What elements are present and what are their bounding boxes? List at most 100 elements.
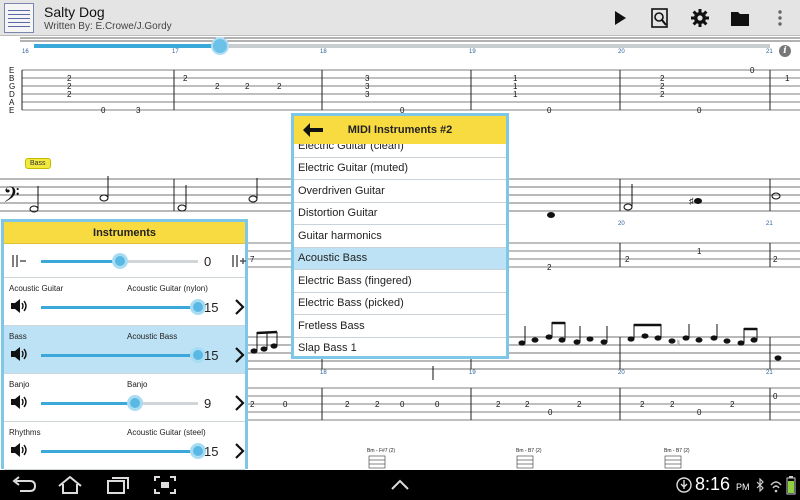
volume-slider[interactable] xyxy=(41,347,206,363)
instruments-panel: Instruments 0 Acoustic Guitar Acoustic Gu… xyxy=(1,219,248,470)
svg-text:2: 2 xyxy=(245,82,250,91)
chevron-up-icon[interactable] xyxy=(386,475,414,495)
midi-instrument-list[interactable]: Electric Guitar (clean) Electric Guitar (… xyxy=(294,144,506,356)
usb-status-icon xyxy=(676,477,692,493)
svg-text:7: 7 xyxy=(250,255,255,264)
svg-text:0: 0 xyxy=(750,66,755,75)
svg-text:0: 0 xyxy=(400,400,405,409)
chord-label: Bm - B7 (2) xyxy=(664,448,690,454)
svg-text:1: 1 xyxy=(513,90,518,99)
chevron-right-icon[interactable] xyxy=(232,394,246,412)
overflow-menu-button[interactable] xyxy=(767,6,793,30)
midi-instrument-item[interactable]: Guitar harmonics xyxy=(294,225,506,248)
midi-instrument-item[interactable]: Acoustic Bass xyxy=(294,247,506,270)
tempo-increase-icon[interactable] xyxy=(230,253,248,269)
midi-instrument-item[interactable]: Electric Bass (picked) xyxy=(294,293,506,315)
back-arrow-icon[interactable] xyxy=(302,122,324,138)
svg-text:2: 2 xyxy=(660,90,665,99)
master-slider-thumb[interactable] xyxy=(112,253,128,269)
midi-instrument-item[interactable]: Overdriven Guitar xyxy=(294,180,506,203)
svg-text:2: 2 xyxy=(773,255,778,264)
midi-panel-header: MIDI Instruments #2 xyxy=(294,116,506,144)
midi-instrument-item[interactable]: Distortion Guitar xyxy=(294,203,506,225)
instrument-row[interactable]: Bass Acoustic Bass 15 xyxy=(4,326,245,374)
speaker-icon[interactable] xyxy=(9,346,29,362)
bar-number: 20 xyxy=(618,370,625,376)
volume-slider[interactable] xyxy=(41,299,206,315)
folder-icon xyxy=(731,12,749,26)
bar-number: 18 xyxy=(320,49,327,55)
volume-slider-thumb[interactable] xyxy=(127,395,143,411)
play-button[interactable] xyxy=(607,6,633,30)
speaker-icon[interactable] xyxy=(9,442,29,458)
svg-text:𝄢: 𝄢 xyxy=(3,183,20,213)
instrument-row[interactable]: Acoustic Guitar Acoustic Guitar (nylon) 15 xyxy=(4,278,245,326)
instrument-program[interactable]: Acoustic Guitar (nylon) xyxy=(127,284,208,293)
midi-instrument-item[interactable]: Fretless Bass xyxy=(294,315,506,338)
open-file-button[interactable] xyxy=(727,6,753,30)
volume-slider-fill xyxy=(41,354,198,357)
midi-instrument-item[interactable]: Electric Bass (fingered) xyxy=(294,270,506,293)
bar-number: 21 xyxy=(766,370,773,376)
speaker-icon[interactable] xyxy=(9,394,29,410)
instrument-program[interactable]: Acoustic Guitar (steel) xyxy=(127,428,206,437)
screenshot-icon[interactable] xyxy=(151,475,179,495)
settings-button[interactable] xyxy=(687,6,713,30)
bar-number: 21 xyxy=(766,49,773,55)
volume-slider[interactable] xyxy=(41,395,198,411)
svg-text:2: 2 xyxy=(670,400,675,409)
recent-apps-icon[interactable] xyxy=(104,475,132,495)
svg-text:2: 2 xyxy=(730,400,735,409)
midi-instruments-panel: MIDI Instruments #2 Electric Guitar (cle… xyxy=(291,113,509,359)
volume-slider[interactable] xyxy=(41,443,206,459)
instrument-track-name: Acoustic Guitar xyxy=(9,284,64,293)
bluetooth-icon xyxy=(756,478,764,492)
svg-text:2: 2 xyxy=(496,400,501,409)
status-clock: 8:16 xyxy=(695,474,731,494)
svg-text:♯: ♯ xyxy=(689,196,694,206)
svg-text:0: 0 xyxy=(697,408,702,417)
master-slider[interactable] xyxy=(41,253,198,269)
chevron-right-icon[interactable] xyxy=(232,298,246,316)
svg-text:0: 0 xyxy=(547,106,552,115)
instrument-row[interactable]: Rhythms Acoustic Guitar (steel) 15 xyxy=(4,422,245,470)
midi-instrument-item[interactable]: Electric Guitar (clean) xyxy=(294,144,506,158)
volume-value: 15 xyxy=(204,300,219,315)
bar-number: 17 xyxy=(172,49,179,55)
battery-icon xyxy=(786,476,796,495)
svg-text:1: 1 xyxy=(697,247,702,256)
volume-slider-fill xyxy=(41,450,198,453)
speaker-icon[interactable] xyxy=(9,298,29,314)
svg-text:2: 2 xyxy=(250,400,255,409)
svg-text:2: 2 xyxy=(547,263,552,272)
home-nav-icon[interactable] xyxy=(56,475,84,495)
bar-number: 20 xyxy=(618,49,625,55)
midi-panel-title: MIDI Instruments #2 xyxy=(347,124,453,136)
back-nav-icon[interactable] xyxy=(10,475,38,495)
bar-number: 20 xyxy=(618,221,625,227)
zoom-button[interactable] xyxy=(647,6,673,30)
svg-text:3: 3 xyxy=(365,90,370,99)
wifi-icon xyxy=(770,481,782,493)
song-credits: Written By: E.Crowe/J.Gordy xyxy=(44,21,172,32)
info-icon[interactable]: i xyxy=(779,45,791,57)
instrument-program[interactable]: Banjo xyxy=(127,380,147,389)
instruments-panel-title: Instruments xyxy=(4,222,245,244)
status-ampm: PM xyxy=(736,482,750,492)
chevron-right-icon[interactable] xyxy=(232,442,246,460)
instrument-program[interactable]: Acoustic Bass xyxy=(127,332,177,341)
svg-text:0: 0 xyxy=(548,408,553,417)
bar-number: 16 xyxy=(22,49,29,55)
chord-label: Bm - F#7 (2) xyxy=(367,448,396,454)
master-slider-fill xyxy=(41,260,120,263)
chevron-right-icon[interactable] xyxy=(232,346,246,364)
midi-instrument-item[interactable]: Electric Guitar (muted) xyxy=(294,158,506,180)
midi-instrument-item[interactable]: Slap Bass 1 xyxy=(294,338,506,357)
svg-text:2: 2 xyxy=(577,400,582,409)
track-label-bass[interactable]: Bass xyxy=(25,158,51,169)
svg-text:2: 2 xyxy=(345,400,350,409)
tempo-decrease-icon[interactable] xyxy=(10,253,28,269)
instrument-row[interactable]: Banjo Banjo 9 xyxy=(4,374,245,422)
svg-text:2: 2 xyxy=(183,74,188,83)
instrument-track-name: Bass xyxy=(9,332,27,341)
